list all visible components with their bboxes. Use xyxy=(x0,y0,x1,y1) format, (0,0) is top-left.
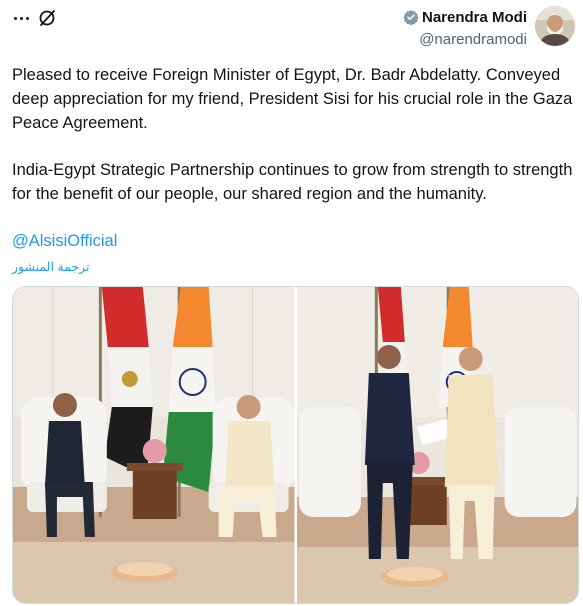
photo-seated-meeting[interactable] xyxy=(13,287,295,603)
author-display-name[interactable]: Narendra Modi xyxy=(422,9,527,26)
post-paragraph-2: India-Egypt Strategic Partnership contin… xyxy=(12,161,573,203)
photo-standing-handshake[interactable] xyxy=(296,287,578,603)
grok-icon[interactable] xyxy=(38,8,58,28)
post-header: Narendra Modi @narendramodi xyxy=(0,0,583,56)
mention-link[interactable]: @AlsisiOfficial xyxy=(12,229,578,253)
post-text: Pleased to receive Foreign Minister of E… xyxy=(12,63,578,253)
author-name-row[interactable]: Narendra Modi xyxy=(403,6,527,28)
media-grid xyxy=(12,286,579,604)
translate-post-link[interactable]: ترجمة المنشور xyxy=(12,259,89,274)
verified-badge-icon xyxy=(403,10,419,25)
avatar[interactable] xyxy=(535,6,575,46)
more-icon[interactable] xyxy=(12,8,34,28)
author-block: Narendra Modi @narendramodi xyxy=(403,6,527,49)
post-paragraph-1: Pleased to receive Foreign Minister of E… xyxy=(12,66,573,132)
author-handle[interactable]: @narendramodi xyxy=(403,31,527,49)
